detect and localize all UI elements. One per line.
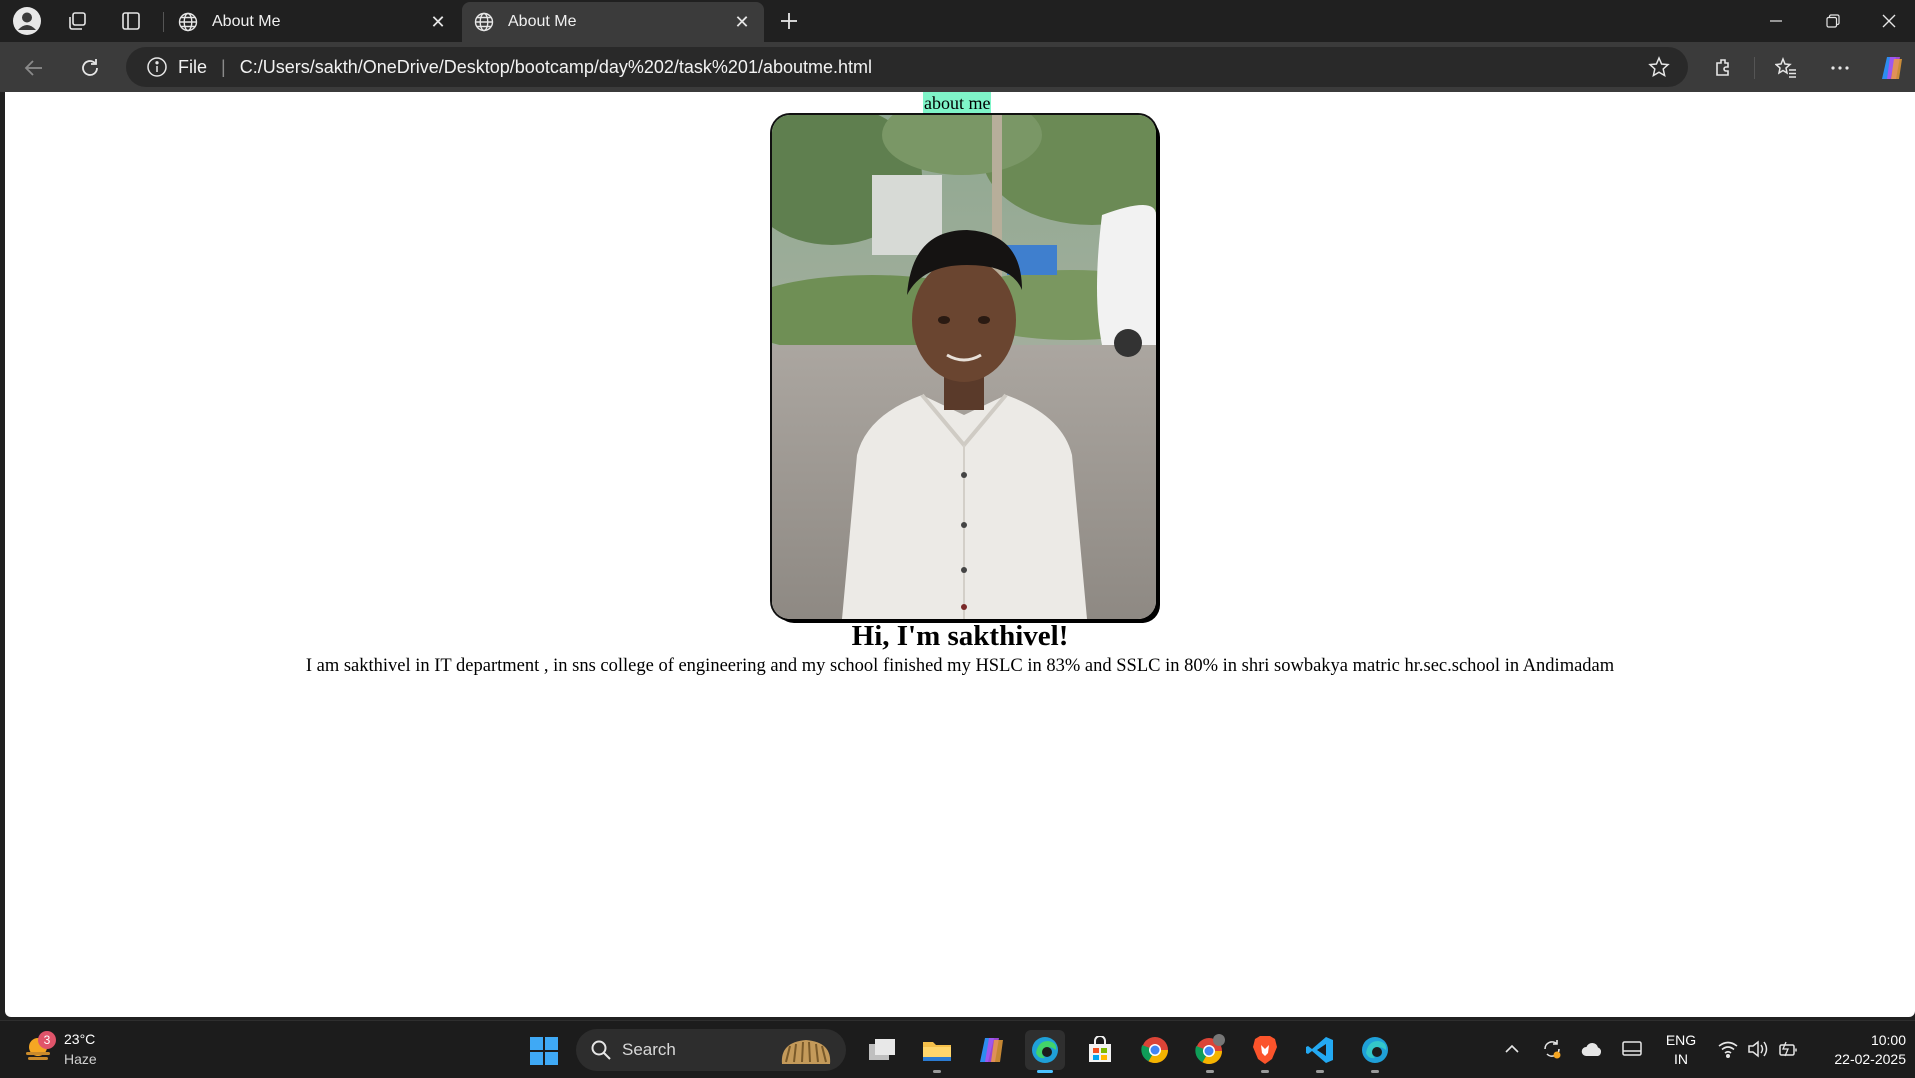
new-tab-icon[interactable]: [774, 6, 804, 36]
vscode-app[interactable]: [1300, 1030, 1340, 1073]
task-view-app[interactable]: [862, 1030, 902, 1070]
info-icon[interactable]: [146, 56, 168, 78]
page-heading: about me: [923, 92, 992, 114]
copilot-app[interactable]: [972, 1030, 1012, 1070]
search-icon: [591, 1040, 611, 1060]
running-indicator: [1261, 1070, 1269, 1073]
favorites-icon[interactable]: [1770, 52, 1802, 84]
windows-start-icon[interactable]: [529, 1036, 559, 1066]
title-bar: About Me ✕ About Me ✕: [0, 0, 1915, 42]
clock-time: 10:00: [1870, 1032, 1906, 1048]
toolbar-separator: [1754, 57, 1755, 79]
more-options-icon[interactable]: [1824, 52, 1856, 84]
profile-icon[interactable]: [12, 6, 42, 36]
search-highlight-icon: [781, 1040, 831, 1064]
page-viewport: about me Hi, I'm sakthivel! I am sakthiv…: [5, 92, 1915, 1017]
edge-app[interactable]: [1025, 1030, 1065, 1073]
display-icon[interactable]: [1620, 1037, 1644, 1061]
weather-alert-badge: 3: [38, 1031, 56, 1049]
close-tab-icon[interactable]: ✕: [732, 12, 752, 32]
tab-about-me-2[interactable]: About Me ✕: [462, 2, 764, 42]
minimize-icon[interactable]: [1753, 0, 1799, 42]
running-indicator: [933, 1070, 941, 1073]
edge-dev-app[interactable]: [1355, 1030, 1395, 1073]
close-tab-icon[interactable]: ✕: [428, 12, 448, 32]
address-divider: |: [221, 56, 226, 77]
brave-app[interactable]: [1245, 1030, 1285, 1073]
microsoft-store-app[interactable]: [1080, 1030, 1120, 1070]
refresh-icon[interactable]: [74, 52, 106, 84]
copilot-icon[interactable]: [1876, 52, 1908, 84]
tab-separator: [163, 12, 164, 32]
close-window-icon[interactable]: [1866, 0, 1912, 42]
tab-title: About Me: [508, 13, 577, 30]
tab-title: About Me: [212, 13, 281, 30]
extensions-icon[interactable]: [1708, 52, 1740, 84]
restore-icon[interactable]: [1810, 0, 1856, 42]
input-language[interactable]: ENG IN: [1664, 1031, 1698, 1069]
volume-icon[interactable]: [1746, 1037, 1770, 1061]
sync-icon[interactable]: [1540, 1037, 1564, 1061]
navigation-bar: File | C:/Users/sakth/OneDrive/Desktop/b…: [0, 42, 1915, 92]
weather-condition: Haze: [64, 1051, 97, 1067]
language-code: ENG: [1665, 1032, 1697, 1048]
battery-charging-icon[interactable]: [1776, 1037, 1800, 1061]
clock-date: 22-02-2025: [1834, 1051, 1906, 1067]
workspaces-icon[interactable]: [62, 6, 92, 36]
chrome-app[interactable]: [1135, 1030, 1175, 1070]
globe-icon: [474, 12, 494, 32]
tab-about-me-1[interactable]: About Me ✕: [166, 2, 460, 42]
file-explorer-app[interactable]: [917, 1030, 957, 1073]
profile-photo: [772, 115, 1156, 619]
running-indicator: [1371, 1070, 1379, 1073]
bio-paragraph: I am sakthivel in IT department , in sns…: [305, 656, 1615, 676]
system-clock[interactable]: 10:00 22-02-2025: [1810, 1031, 1906, 1069]
globe-icon: [178, 12, 198, 32]
address-bar[interactable]: File | C:/Users/sakth/OneDrive/Desktop/b…: [126, 47, 1688, 87]
running-indicator: [1206, 1070, 1214, 1073]
show-hidden-icons-chevron-icon[interactable]: [1500, 1037, 1524, 1061]
chrome-profile-app[interactable]: [1190, 1030, 1230, 1073]
taskbar-search[interactable]: Search: [576, 1029, 846, 1071]
active-indicator: [1037, 1070, 1053, 1073]
greeting-heading: Hi, I'm sakthivel!: [851, 620, 1069, 652]
back-icon[interactable]: [18, 52, 50, 84]
wifi-icon[interactable]: [1716, 1037, 1740, 1061]
search-label: Search: [622, 1040, 676, 1059]
region-code: IN: [1674, 1051, 1688, 1067]
weather-temperature: 23°C: [64, 1031, 96, 1047]
file-scheme-label: File: [178, 56, 208, 77]
taskbar: 3 23°C Haze Search ENG IN 10:00 22-02-20…: [0, 1020, 1915, 1078]
url-text[interactable]: C:/Users/sakth/OneDrive/Desktop/bootcamp…: [240, 57, 872, 78]
onedrive-cloud-icon[interactable]: [1580, 1037, 1604, 1061]
running-indicator: [1316, 1070, 1324, 1073]
vertical-tabs-icon[interactable]: [116, 6, 146, 36]
favorite-star-icon[interactable]: [1648, 56, 1670, 78]
